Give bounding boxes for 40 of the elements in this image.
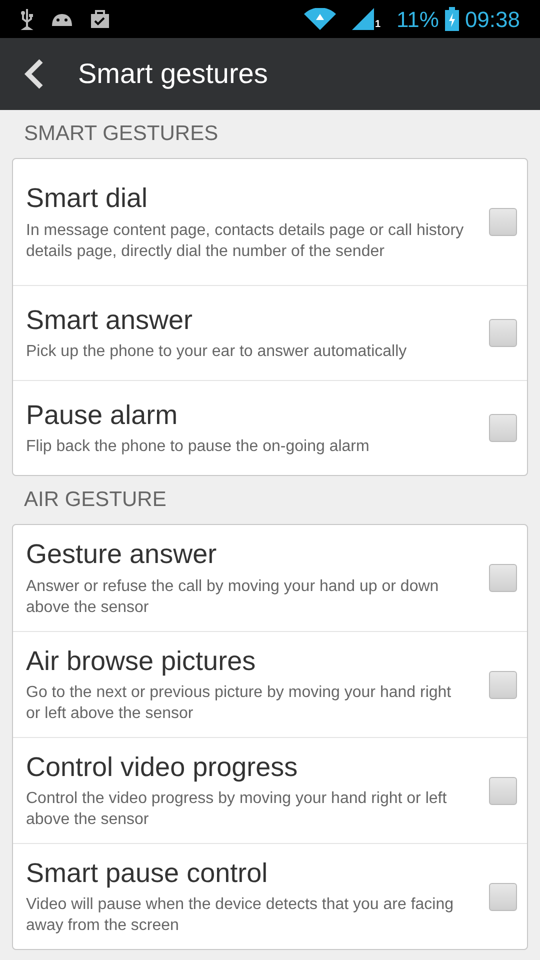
setting-row[interactable]: Gesture answer Answer or refuse the call by moving your hand up or down above the sensor: [13, 525, 527, 631]
setting-row[interactable]: Pause alarm Flip back the phone to pause the on-going alarm: [13, 380, 527, 475]
section-header: AIR GESTURE: [24, 487, 166, 514]
setting-title: Smart pause control: [26, 856, 269, 890]
signal-icon: [352, 8, 374, 30]
checkbox[interactable]: [489, 776, 517, 804]
battery-charging-icon: [444, 7, 459, 31]
usb-icon: [20, 8, 34, 30]
setting-row[interactable]: Air browse pictures Go to the next or previous picture by moving your hand right or left above the sensor: [13, 631, 527, 737]
setting-title: Smart answer: [26, 304, 194, 337]
setting-title: Air browse pictures: [26, 644, 257, 678]
checkbox[interactable]: [489, 319, 517, 347]
setting-title: Gesture answer: [26, 538, 218, 572]
setting-description: Answer or refuse the call by moving your hand up or down above the sensor: [26, 576, 440, 618]
section-header: SMART GESTURES: [24, 121, 218, 148]
wifi-icon: [304, 8, 336, 30]
setting-title: Pause alarm: [26, 398, 179, 432]
checkbox[interactable]: [489, 882, 517, 910]
setting-description: Pick up the phone to your ear to answer automatically: [26, 342, 408, 362]
battery-percent: 11%: [396, 6, 439, 34]
setting-description: Video will pause when the device detects that you are facing away from the screen: [26, 895, 455, 936]
setting-row[interactable]: Smart dial In message content page, contacts details page or call history details page, directly dial the number of the sender: [13, 159, 527, 285]
checkbox[interactable]: [489, 670, 517, 698]
setting-row[interactable]: Smart pause control Video will pause when the device detects that you are facing away from the screen: [13, 843, 527, 949]
screen-title: Smart gestures: [78, 57, 268, 91]
checkbox[interactable]: [489, 414, 517, 442]
checkbox[interactable]: [489, 208, 517, 236]
setting-description: In message content page, contacts details page or call history details page, directly dial the number of the sender: [26, 220, 465, 262]
setting-description: Control the video progress by moving your hand right or left above the sensor: [26, 789, 448, 830]
setting-title: Control video progress: [26, 750, 299, 784]
clock: 09:38: [464, 6, 520, 34]
setting-description: Go to the next or previous picture by moving your hand right or left above the sensor: [26, 683, 452, 724]
back-chevron-icon: [24, 58, 44, 90]
sim-slot-number: 1: [374, 20, 381, 30]
checkbox[interactable]: [489, 564, 517, 592]
setting-description: Flip back the phone to pause the on-going alarm: [26, 437, 370, 458]
setting-row[interactable]: Control video progress Control the video progress by moving your hand right or left above the sensor: [13, 737, 527, 843]
shopping-bag-check-icon: [90, 9, 110, 29]
setting-row[interactable]: Smart answer Pick up the phone to your ear to answer automatically: [13, 285, 527, 380]
setting-title: Smart dial: [26, 182, 149, 216]
